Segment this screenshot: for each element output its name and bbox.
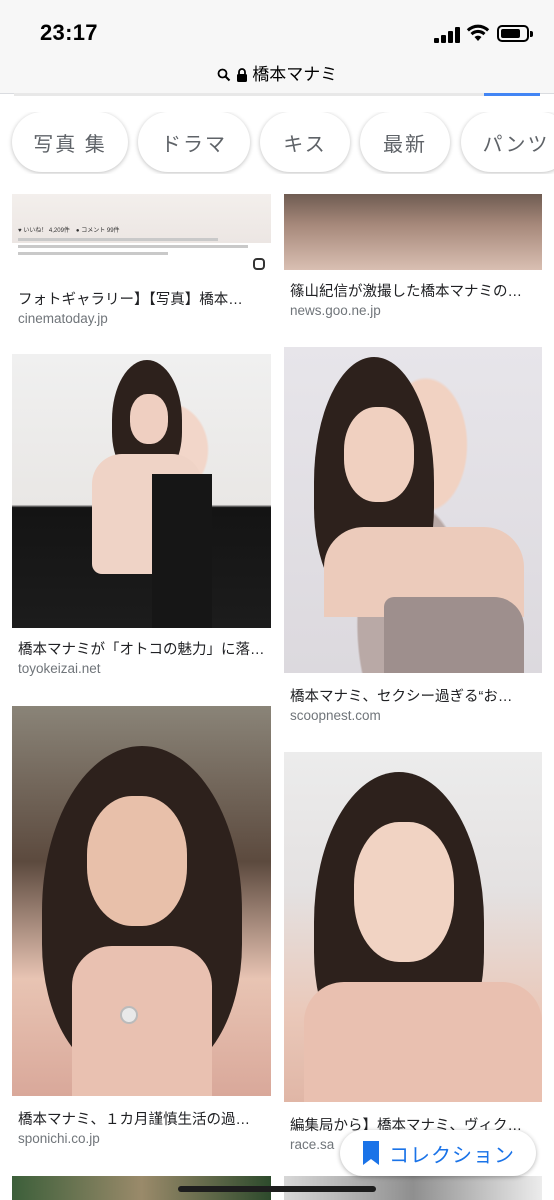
- thumbnail-text: ♥ いいね！ 4,209件 ● コメント 99件: [18, 228, 120, 234]
- result-source: toyokeizai.net: [18, 661, 101, 676]
- status-bar: 23:17: [0, 0, 554, 56]
- result-card[interactable]: 橋本マナミが「オトコの魅力」に落… toyokeizai.net: [12, 354, 271, 684]
- result-thumbnail[interactable]: [284, 752, 542, 1102]
- instagram-icon: [253, 258, 265, 270]
- result-thumbnail[interactable]: [284, 347, 542, 673]
- search-box-edge: [14, 93, 484, 96]
- result-thumbnail[interactable]: [12, 354, 271, 628]
- home-indicator[interactable]: [178, 1186, 376, 1192]
- result-source: scoopnest.com: [290, 708, 381, 723]
- result-card[interactable]: 橋本マナミ、セクシー過ぎる“お… scoopnest.com: [284, 347, 542, 731]
- result-source: race.sa: [290, 1137, 335, 1152]
- result-caption: 篠山紀信が激撮した橋本マナミの…: [290, 284, 522, 300]
- cellular-signal-icon: [434, 27, 460, 43]
- result-caption: 橋本マナミ、１カ月謹慎生活の過…: [18, 1112, 250, 1128]
- related-search-chips: 写真 集 ドラマ キス 最新 パンツ: [0, 112, 554, 174]
- chip-latest[interactable]: 最新: [360, 112, 450, 172]
- result-source: cinematoday.jp: [18, 311, 108, 326]
- result-card[interactable]: 橋本マナミ、１カ月謹慎生活の過… sponichi.co.jp: [12, 706, 271, 1154]
- result-caption: フォトギャラリー】【写真】橋本…: [18, 292, 243, 308]
- collection-label: コレクション: [389, 1144, 515, 1167]
- lock-icon: [236, 68, 247, 82]
- result-thumbnail[interactable]: ♥ いいね！ 4,209件 ● コメント 99件: [12, 194, 271, 276]
- search-icon: [217, 68, 230, 82]
- collection-button[interactable]: コレクション: [340, 1130, 536, 1176]
- result-source: news.goo.ne.jp: [290, 303, 381, 318]
- clock: 23:17: [40, 20, 98, 45]
- battery-icon: [497, 25, 533, 42]
- search-button-edge[interactable]: [484, 93, 540, 96]
- chip-kiss[interactable]: キス: [260, 112, 350, 172]
- result-caption: 橋本マナミ、セクシー過ぎる“お…: [290, 689, 513, 705]
- url-text: 橋本マナミ: [252, 65, 338, 84]
- result-card[interactable]: 編集局から】橋本マナミ、ヴィク… race.sa: [284, 752, 542, 1158]
- bookmark-icon: [363, 1141, 379, 1165]
- result-caption: 橋本マナミが「オトコの魅力」に落…: [18, 642, 265, 658]
- result-card[interactable]: ♥ いいね！ 4,209件 ● コメント 99件 フォトギャラリー】【写真】橋本…: [12, 194, 271, 334]
- result-card[interactable]: 篠山紀信が激撮した橋本マナミの… news.goo.ne.jp: [284, 194, 542, 334]
- chip-drama[interactable]: ドラマ: [138, 112, 250, 172]
- chip-pants[interactable]: パンツ: [461, 112, 554, 172]
- address-bar[interactable]: 橋本マナミ: [0, 56, 554, 94]
- result-thumbnail[interactable]: [284, 194, 542, 270]
- result-thumbnail[interactable]: [12, 706, 271, 1096]
- result-source: sponichi.co.jp: [18, 1131, 100, 1146]
- chip-photobook[interactable]: 写真 集: [12, 112, 128, 172]
- wifi-icon: [466, 24, 490, 41]
